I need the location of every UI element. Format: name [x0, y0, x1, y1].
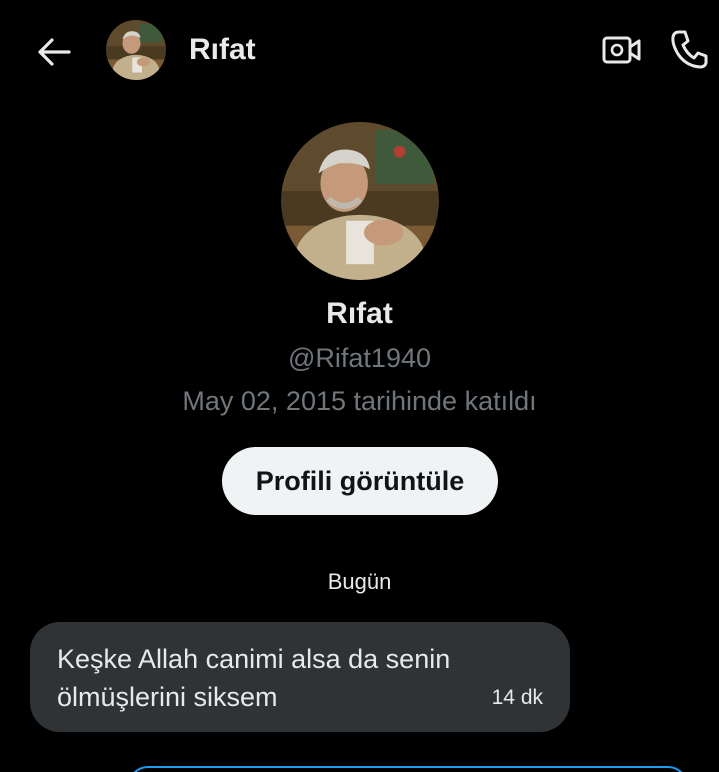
avatar-photo	[281, 122, 439, 280]
view-profile-button[interactable]: Profili görüntüle	[222, 447, 498, 515]
conversation-header: Rıfat	[0, 0, 719, 100]
video-call-icon	[602, 36, 641, 64]
avatar-photo	[106, 20, 166, 80]
dm-conversation-screen: Rıfat Rıfat @Rifat1940 May 02, 2015 tari…	[0, 0, 719, 772]
message-composer[interactable]	[128, 766, 688, 772]
profile-avatar[interactable]	[281, 122, 439, 280]
message-timestamp: 14 dk	[491, 686, 543, 709]
message-bubble[interactable]: Keşke Allah canimi alsa da senin ölmüşle…	[30, 622, 570, 732]
day-separator: Bugün	[327, 569, 392, 594]
video-call-button[interactable]	[600, 28, 644, 72]
voice-call-button[interactable]	[666, 26, 712, 72]
profile-handle: @Rifat1940	[288, 343, 431, 373]
profile-joined-date: May 02, 2015 tarihinde katıldı	[182, 386, 537, 416]
phone-icon	[671, 30, 708, 69]
profile-name: Rıfat	[326, 297, 393, 330]
back-button[interactable]	[30, 30, 78, 74]
header-avatar[interactable]	[106, 20, 166, 80]
conversation-title[interactable]: Rıfat	[189, 30, 256, 70]
message-text: Keşke Allah canimi alsa da senin ölmüşle…	[57, 644, 451, 712]
arrow-left-icon	[38, 38, 71, 66]
